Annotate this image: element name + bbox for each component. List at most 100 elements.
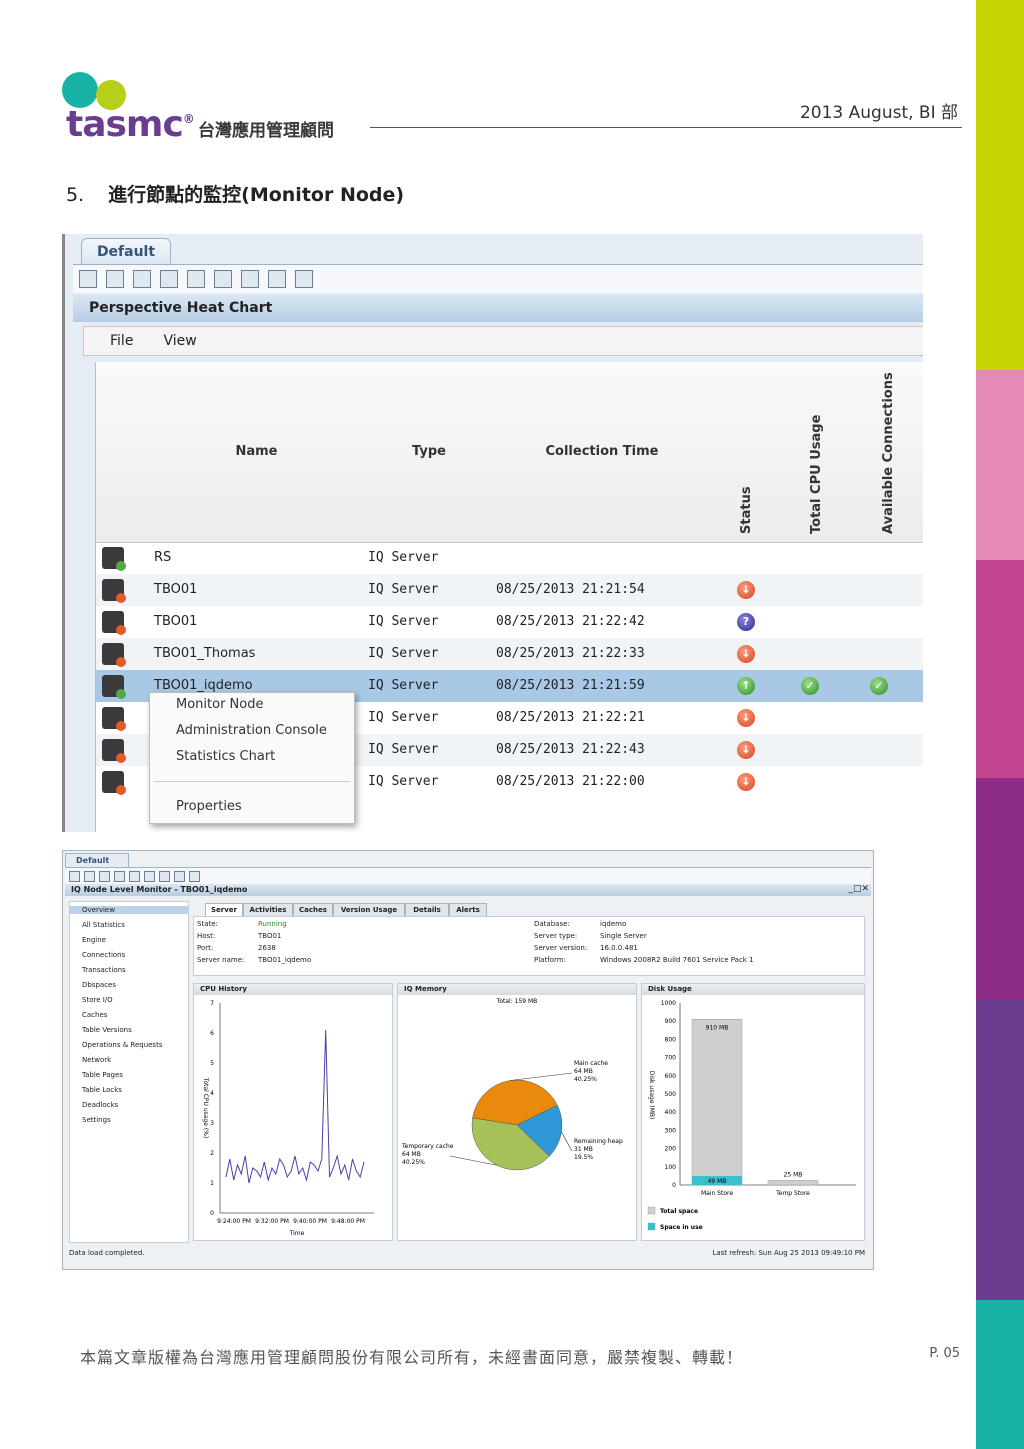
filter-icon[interactable] <box>189 871 200 882</box>
table-row[interactable]: TBO01_Thomas IQ Server 08/25/2013 21:22:… <box>96 638 923 670</box>
heat-chart-screenshot: Default Perspective Heat Chart File View … <box>62 234 923 832</box>
menu-view[interactable]: View <box>163 333 196 349</box>
col-name[interactable]: Name <box>148 362 366 543</box>
sidebar-item[interactable]: Connections <box>82 951 125 959</box>
menu-item-properties[interactable]: Properties <box>176 799 242 814</box>
info-value: 2638 <box>258 944 276 952</box>
info-key: Server type: <box>534 932 578 940</box>
sidebar-item[interactable]: All Statistics <box>82 921 125 929</box>
y-tick-label: 3 <box>210 1120 214 1127</box>
y-tick-label: 300 <box>665 1127 677 1134</box>
table-row[interactable]: TBO01 IQ Server 08/25/2013 21:22:42 ? <box>96 606 923 638</box>
info-value: Single Server <box>600 932 647 940</box>
info-value: 16.0.0.481 <box>600 944 638 952</box>
hierarchy-icon[interactable] <box>268 270 286 288</box>
y-tick-label: 5 <box>210 1060 214 1067</box>
toolbar <box>65 867 871 884</box>
tab-default[interactable]: Default <box>65 853 129 868</box>
server-info: State: Running Host: TBO01 Port: 2638 Server n… <box>193 916 865 976</box>
sidebar-item[interactable]: Dbspaces <box>82 981 116 989</box>
server-node-icon <box>102 579 126 603</box>
menu-item-statistics-chart[interactable]: Statistics Chart <box>176 749 275 764</box>
y-tick-label: 1000 <box>661 1000 676 1007</box>
tree-icon[interactable] <box>241 270 259 288</box>
y-tick-label: 600 <box>665 1073 677 1080</box>
properties-icon[interactable] <box>69 871 80 882</box>
heat-chart-icon[interactable] <box>84 871 95 882</box>
decor-band-purple <box>976 778 1024 1000</box>
panel-title: CPU History <box>194 984 392 995</box>
col-collection-time[interactable]: Collection Time <box>493 362 712 543</box>
heat-chart-icon[interactable] <box>106 270 124 288</box>
disk-usage-panel: Disk Usage 0 100 200 300 400 500 600 700 800 900 1… <box>641 983 865 1241</box>
properties-icon[interactable] <box>79 270 97 288</box>
status-down-icon: ↓ <box>737 645 755 663</box>
y-tick-label: 700 <box>665 1055 677 1062</box>
chart-icon[interactable] <box>144 871 155 882</box>
stop-icon[interactable] <box>114 871 125 882</box>
col-connections[interactable]: Available Connections <box>851 362 923 543</box>
pie-label: Remaining heap <box>574 1138 623 1145</box>
info-value: Windows 2008R2 Build 7601 Service Pack 1 <box>600 956 754 964</box>
col-status[interactable]: Status <box>711 362 782 543</box>
x-tick-label: 9:48:00 PM <box>331 1218 365 1225</box>
sidebar-item[interactable]: Table Locks <box>82 1086 122 1094</box>
logo-circle-teal <box>62 72 98 108</box>
y-tick-label: 0 <box>672 1182 676 1189</box>
decor-band-lime <box>976 0 1024 370</box>
context-menu: Monitor Node Administration Console Stat… <box>149 692 355 824</box>
stop-icon[interactable] <box>160 270 178 288</box>
decor-band-magenta <box>976 560 1024 778</box>
tab-default[interactable]: Default <box>81 238 171 265</box>
y-axis-label: Total CPU usage (%) <box>202 1077 209 1138</box>
sidebar-item[interactable]: Settings <box>82 1116 111 1124</box>
info-key: Platform: <box>534 956 566 964</box>
legend-swatch <box>647 1206 656 1215</box>
topology-icon[interactable] <box>133 270 151 288</box>
hierarchy-icon[interactable] <box>174 871 185 882</box>
section-heading: 5. 進行節點的監控(Monitor Node) <box>66 180 404 207</box>
sidebar-item[interactable]: Table Pages <box>82 1071 123 1079</box>
topology-icon[interactable] <box>99 871 110 882</box>
x-tick-label: 9:24:00 PM <box>217 1218 251 1225</box>
info-key: Port: <box>197 944 214 952</box>
sidebar-item[interactable]: Overview <box>70 906 188 914</box>
pie-label: Temporary cache <box>401 1143 454 1150</box>
export-icon[interactable] <box>187 270 205 288</box>
menu-item-monitor-node[interactable]: Monitor Node <box>176 697 263 712</box>
table-row[interactable]: TBO01 IQ Server 08/25/2013 21:21:54 ↓ <box>96 574 923 606</box>
y-tick-label: 900 <box>665 1018 677 1025</box>
status-up-icon: ↑ <box>737 677 755 695</box>
info-key: State: <box>197 920 218 928</box>
pie-value-label: 64 MB <box>574 1068 593 1075</box>
menu-item-admin-console[interactable]: Administration Console <box>176 723 327 738</box>
sidebar-item[interactable]: Table Versions <box>82 1026 132 1034</box>
sidebar-item[interactable]: Engine <box>82 936 106 944</box>
decor-band-teal <box>976 1300 1024 1449</box>
col-cpu[interactable]: Total CPU Usage <box>781 362 852 543</box>
filter-icon[interactable] <box>295 270 313 288</box>
table-row[interactable]: RS IQ Server <box>96 542 923 574</box>
chart-subtitle: Total: 159 MB <box>496 998 538 1005</box>
sidebar-item[interactable]: Operations & Requests <box>82 1041 162 1049</box>
heat-chart-title: Perspective Heat Chart <box>73 294 923 322</box>
tree-icon[interactable] <box>159 871 170 882</box>
bar-total-space <box>767 1180 819 1186</box>
panel-title: IQ Memory <box>398 984 636 995</box>
sidebar-item[interactable]: Transactions <box>82 966 126 974</box>
info-key: Database: <box>534 920 570 928</box>
connections-ok-icon: ✓ <box>870 677 888 695</box>
col-type[interactable]: Type <box>365 362 494 543</box>
export-icon[interactable] <box>129 871 140 882</box>
window-controls[interactable]: _□✕ <box>848 884 869 894</box>
chart-icon[interactable] <box>214 270 232 288</box>
col-icon <box>96 362 149 543</box>
bar-total-space <box>691 1019 743 1186</box>
sidebar-item[interactable]: Store I/O <box>82 996 113 1004</box>
sidebar-item[interactable]: Network <box>82 1056 111 1064</box>
x-tick-label: 9:32:00 PM <box>255 1218 289 1225</box>
server-node-icon <box>102 771 126 795</box>
sidebar-item[interactable]: Deadlocks <box>82 1101 118 1109</box>
sidebar-item[interactable]: Caches <box>82 1011 107 1019</box>
menu-file[interactable]: File <box>110 333 133 349</box>
